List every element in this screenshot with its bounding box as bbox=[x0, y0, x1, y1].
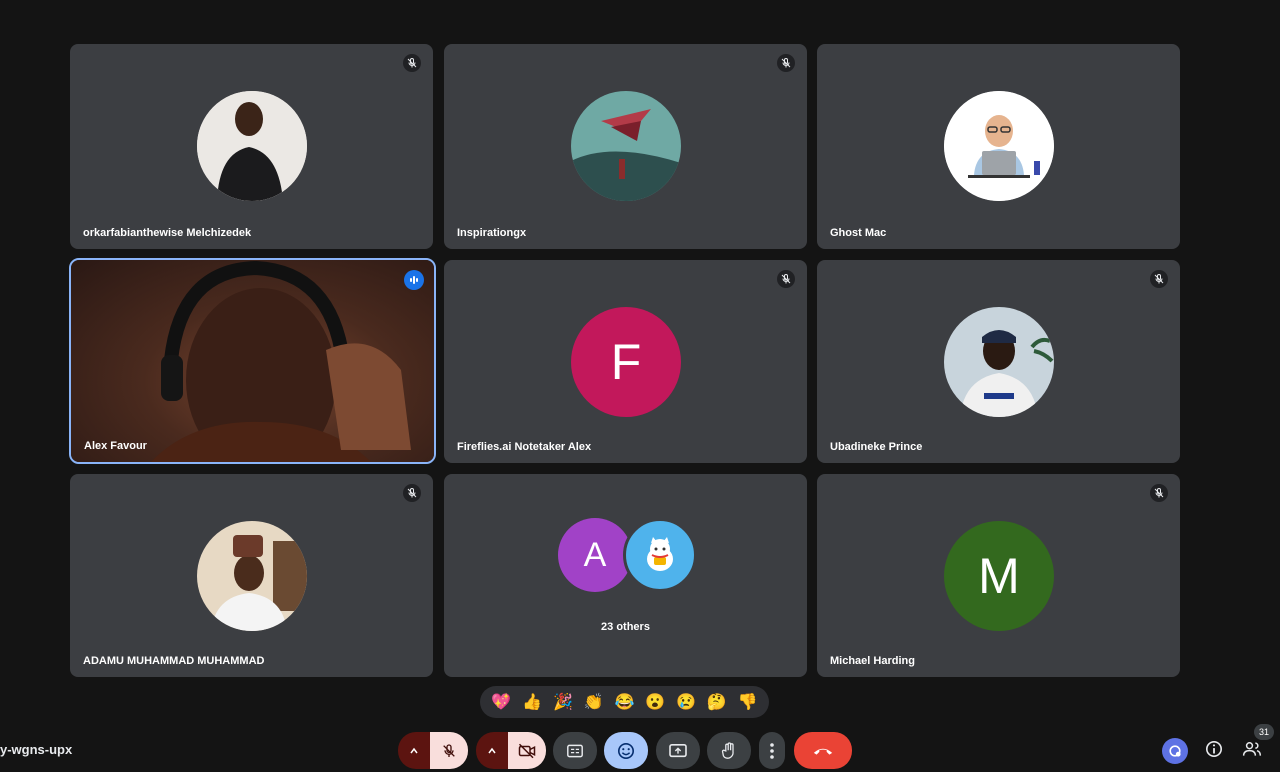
participant-name: Fireflies.ai Notetaker Alex bbox=[457, 441, 592, 453]
participant-tile[interactable]: F Fireflies.ai Notetaker Alex bbox=[444, 260, 807, 463]
camera-options-button[interactable] bbox=[476, 732, 508, 769]
people-button[interactable] bbox=[1240, 738, 1264, 760]
mic-toggle-button[interactable] bbox=[430, 732, 468, 769]
participant-name: orkarfabianthewise Melchizedek bbox=[83, 227, 252, 239]
participant-video bbox=[71, 260, 434, 462]
avatar-initial: M bbox=[978, 548, 1020, 604]
reaction-thinking[interactable]: 🤔 bbox=[704, 692, 730, 712]
participant-tile[interactable]: ADAMU MUHAMMAD MUHAMMAD bbox=[70, 474, 433, 677]
reaction-clap[interactable]: 👏 bbox=[581, 692, 607, 712]
chevron-up-icon bbox=[488, 747, 496, 753]
participant-avatar bbox=[571, 91, 681, 201]
meeting-info-button[interactable] bbox=[1203, 738, 1225, 760]
raise-hand-button[interactable] bbox=[707, 732, 751, 769]
present-icon bbox=[669, 743, 687, 757]
participant-name: Ghost Mac bbox=[830, 227, 887, 239]
participant-avatar: M bbox=[944, 521, 1054, 631]
reaction-party[interactable]: 🎉 bbox=[550, 692, 576, 712]
participants-count-badge: 31 bbox=[1254, 724, 1274, 740]
participant-avatar bbox=[197, 521, 307, 631]
reaction-thumbs-up[interactable]: 👍 bbox=[519, 692, 545, 712]
mic-off-icon bbox=[403, 484, 421, 502]
participant-avatar bbox=[944, 307, 1054, 417]
participant-avatar bbox=[944, 91, 1054, 201]
reaction-thumbs-down[interactable]: 👎 bbox=[735, 692, 761, 712]
more-options-button[interactable] bbox=[759, 732, 785, 769]
participant-name: Inspirationgx bbox=[457, 227, 527, 239]
cat-avatar-icon bbox=[623, 518, 697, 592]
reaction-heart[interactable]: 💖 bbox=[488, 692, 514, 712]
meet-stage: orkarfabianthewise Melchizedek Inspirati… bbox=[0, 0, 1280, 772]
reaction-surprised[interactable]: 😮 bbox=[642, 692, 668, 712]
reaction-bar: 💖 👍 🎉 👏 😂 😮 😢 🤔 👎 bbox=[480, 686, 769, 718]
hand-icon bbox=[721, 741, 734, 759]
others-avatar: A bbox=[558, 518, 632, 592]
more-vert-icon bbox=[770, 742, 774, 759]
mic-off-icon bbox=[777, 54, 795, 72]
participant-tile[interactable]: Ghost Mac bbox=[817, 44, 1180, 249]
participant-tile[interactable]: M Michael Harding bbox=[817, 474, 1180, 677]
activities-icon bbox=[1169, 745, 1181, 757]
hang-up-icon bbox=[813, 748, 833, 755]
meeting-code: y-wgns-upx bbox=[0, 742, 73, 757]
mic-control bbox=[398, 732, 468, 769]
chevron-up-icon bbox=[410, 747, 418, 753]
others-tile[interactable]: A 23 others bbox=[444, 474, 807, 677]
participant-tile[interactable]: orkarfabianthewise Melchizedek bbox=[70, 44, 433, 249]
camera-control bbox=[476, 732, 546, 769]
companion-mode-button[interactable] bbox=[1162, 738, 1188, 764]
leave-call-button[interactable] bbox=[794, 732, 852, 769]
captions-button[interactable] bbox=[553, 732, 597, 769]
reaction-sad[interactable]: 😢 bbox=[673, 692, 699, 712]
mic-off-icon bbox=[1150, 484, 1168, 502]
avatar-initial: A bbox=[583, 535, 607, 574]
participant-name: ADAMU MUHAMMAD MUHAMMAD bbox=[83, 655, 265, 667]
participant-name: Michael Harding bbox=[830, 655, 915, 667]
participant-name: Alex Favour bbox=[84, 440, 147, 452]
mic-off-icon bbox=[777, 270, 795, 288]
info-icon bbox=[1205, 740, 1223, 758]
camera-toggle-button[interactable] bbox=[508, 732, 546, 769]
reaction-laugh[interactable]: 😂 bbox=[611, 692, 637, 712]
mic-off-icon bbox=[403, 54, 421, 72]
audio-level-icon bbox=[404, 270, 424, 290]
others-count-label: 23 others bbox=[601, 621, 650, 633]
participant-tile[interactable]: Ubadineke Prince bbox=[817, 260, 1180, 463]
participant-avatar bbox=[197, 91, 307, 201]
participant-tile[interactable]: Inspirationgx bbox=[444, 44, 807, 249]
camera-off-icon bbox=[518, 743, 536, 758]
emoji-icon bbox=[617, 742, 635, 759]
present-screen-button[interactable] bbox=[656, 732, 700, 769]
participant-avatar: F bbox=[571, 307, 681, 417]
people-icon bbox=[1242, 742, 1262, 756]
mic-off-icon bbox=[443, 743, 455, 757]
avatar-initial: F bbox=[610, 334, 642, 390]
active-speaker-tile[interactable]: Alex Favour bbox=[69, 258, 436, 464]
participant-name: Ubadineke Prince bbox=[830, 441, 923, 453]
captions-icon bbox=[567, 744, 583, 757]
mic-off-icon bbox=[1150, 270, 1168, 288]
reactions-button[interactable] bbox=[604, 732, 648, 769]
mic-options-button[interactable] bbox=[398, 732, 430, 769]
